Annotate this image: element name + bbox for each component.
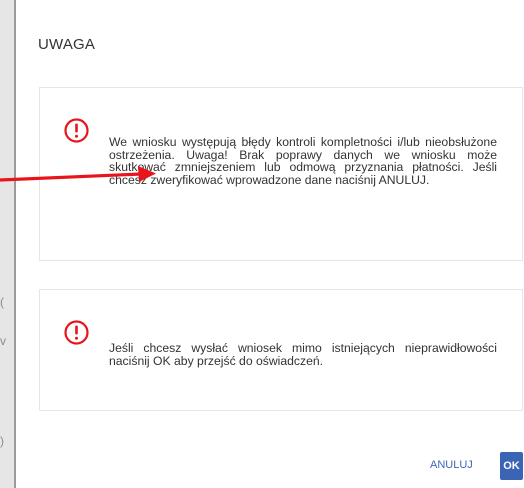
- background-glyph: v: [0, 334, 6, 348]
- screen: ( v ) UWAGA We wniosku występują błędy k…: [0, 0, 524, 488]
- ok-button[interactable]: OK: [500, 452, 523, 480]
- annotation-arrow-icon: [0, 166, 156, 182]
- warning-dialog: UWAGA We wniosku występują błędy kontrol…: [14, 0, 524, 488]
- message-card: Jeśli chcesz wysłać wniosek mimo istniej…: [39, 289, 523, 411]
- background-page-strip: ( v ): [0, 0, 14, 488]
- warning-circle-icon: [64, 118, 89, 143]
- background-glyph: (: [0, 295, 4, 309]
- cancel-button[interactable]: ANULUJ: [430, 459, 473, 471]
- warning-circle-icon: [64, 320, 89, 345]
- dialog-title: UWAGA: [38, 36, 96, 53]
- message-text: We wniosku występują błędy kontroli komp…: [109, 135, 497, 187]
- message-text: Jeśli chcesz wysłać wniosek mimo istniej…: [109, 341, 497, 368]
- background-glyph: ): [0, 434, 4, 448]
